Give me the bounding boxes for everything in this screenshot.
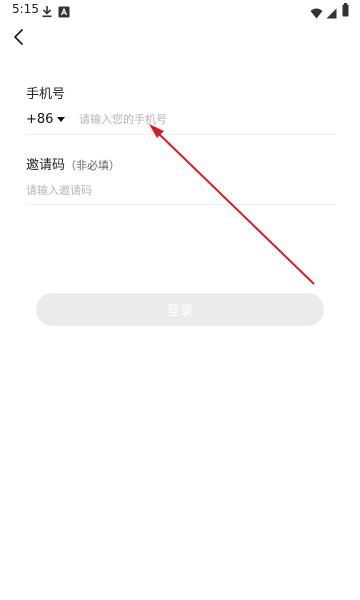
- wifi-icon: [310, 4, 323, 23]
- status-bar: 5:15: [0, 0, 360, 20]
- battery-icon: [342, 2, 349, 21]
- back-button[interactable]: [8, 26, 32, 48]
- annotation-arrow-line: [157, 132, 315, 285]
- download-icon: [41, 3, 53, 22]
- invite-divider: [26, 204, 336, 205]
- app-notification-icon: [58, 3, 70, 22]
- login-button[interactable]: 登录: [36, 293, 324, 326]
- chevron-left-icon: [8, 29, 32, 52]
- invite-label-text: 邀请码: [26, 158, 66, 173]
- status-time: 5:15: [12, 2, 39, 16]
- login-screen: 5:15 手机号 +86 请输入您的手机号 邀请码（非必填） 请输入邀请码 登录: [0, 0, 360, 600]
- invite-optional-note: （非必填）: [65, 159, 121, 172]
- invite-label: 邀请码（非必填）: [26, 154, 120, 173]
- phone-divider: [26, 134, 336, 135]
- phone-label: 手机号: [26, 87, 66, 102]
- signal-icon: [326, 4, 337, 23]
- country-code-value: +86: [26, 111, 54, 127]
- invite-code-input[interactable]: [26, 180, 326, 200]
- caret-down-icon: [57, 116, 66, 122]
- phone-input[interactable]: [79, 109, 329, 129]
- country-code-selector[interactable]: +86: [26, 108, 66, 130]
